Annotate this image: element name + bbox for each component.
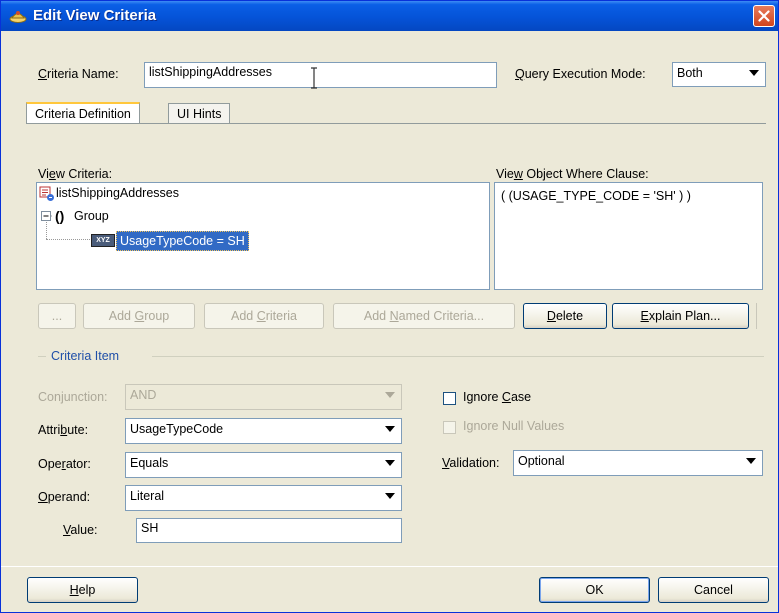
chevron-down-icon — [385, 493, 395, 499]
ignore-null-values-label: Ignore Null Values — [463, 419, 565, 433]
chevron-down-icon — [385, 392, 395, 398]
ok-button[interactable]: OK — [539, 577, 650, 603]
conjunction-value: AND — [130, 388, 157, 402]
criteria-name-input[interactable]: listShippingAddresses — [144, 62, 497, 88]
ok-button-label: OK — [585, 583, 604, 597]
value-input[interactable]: SH — [136, 518, 402, 543]
cancel-button[interactable]: Cancel — [658, 577, 769, 603]
ellipsis-button-label: ... — [51, 309, 63, 323]
chevron-down-icon — [385, 426, 395, 432]
group-symbol: () — [55, 208, 65, 224]
ellipsis-button[interactable]: ... — [38, 303, 76, 329]
validation-select[interactable]: Optional — [513, 450, 763, 476]
view-criteria-tree[interactable]: listShippingAddresses () Group XYZ Usage… — [36, 182, 490, 290]
title-bar[interactable]: Edit View Criteria — [1, 1, 778, 31]
value-input-value: SH — [141, 521, 159, 535]
window-title: Edit View Criteria — [33, 7, 157, 24]
ignore-case-checkbox[interactable] — [443, 392, 456, 405]
explain-plan-button[interactable]: Explain Plan... — [612, 303, 749, 329]
text-cursor-icon — [311, 67, 317, 89]
tree-group-label: Group — [74, 209, 109, 223]
criteria-name-value: listShippingAddresses — [149, 65, 272, 79]
where-clause-panel[interactable]: ( (USAGE_TYPE_CODE = 'SH' ) ) — [494, 182, 763, 290]
view-criteria-icon — [39, 186, 54, 201]
close-icon — [758, 10, 770, 22]
chevron-down-icon — [385, 460, 395, 466]
chevron-down-icon — [746, 458, 756, 464]
tab-ui-hints-label: UI Hints — [177, 107, 222, 121]
conjunction-label: Conjunction: — [38, 390, 108, 404]
validation-label: Validation: — [442, 456, 500, 470]
criteria-name-label-text: riteria Name: — [47, 67, 119, 81]
operand-value: Literal — [130, 489, 165, 503]
criteria-item-section-title: Criteria Item — [51, 349, 120, 363]
tree-connector-horizontal — [46, 239, 90, 241]
section-separator-right — [152, 356, 764, 357]
value-label: Value: — [63, 523, 98, 537]
where-clause-label: View Object Where Clause: — [496, 167, 649, 181]
add-named-criteria-button[interactable]: Add Named Criteria... — [333, 303, 515, 329]
where-clause-text: ( (USAGE_TYPE_CODE = 'SH' ) ) — [501, 189, 691, 203]
operator-value: Equals — [130, 456, 169, 470]
close-button[interactable] — [753, 5, 775, 27]
attribute-label: Attribute: — [38, 423, 89, 437]
conjunction-select[interactable]: AND — [125, 384, 402, 410]
operand-label: Operand: — [38, 490, 91, 504]
tree-root-label: listShippingAddresses — [56, 186, 179, 200]
operand-select[interactable]: Literal — [125, 485, 402, 511]
app-icon — [9, 11, 27, 23]
toolbar-overflow — [756, 303, 765, 329]
tab-criteria-definition[interactable]: Criteria Definition — [26, 102, 140, 124]
query-execution-mode-select[interactable]: Both — [672, 62, 766, 87]
help-button[interactable]: Help — [27, 577, 138, 603]
tab-ui-hints[interactable]: UI Hints — [168, 103, 231, 123]
criteria-name-label: Criteria Name: — [38, 67, 119, 81]
query-execution-mode-label: Query Execution Mode: — [515, 67, 646, 81]
tab-criteria-definition-label: Criteria Definition — [35, 107, 131, 121]
ignore-null-values-checkbox[interactable] — [443, 421, 456, 434]
attribute-select[interactable]: UsageTypeCode — [125, 418, 402, 444]
chevron-down-icon — [749, 70, 759, 76]
delete-button[interactable]: Delete — [523, 303, 607, 329]
ignore-case-label: Ignore Case — [463, 390, 532, 404]
footer-separator — [1, 566, 778, 567]
tree-item-label: UsageTypeCode = SH — [116, 231, 249, 251]
cancel-button-label: Cancel — [694, 583, 733, 597]
attribute-badge-icon: XYZ — [91, 234, 115, 247]
operator-label: Operator: — [38, 457, 91, 471]
attribute-value: UsageTypeCode — [130, 422, 224, 436]
add-criteria-button[interactable]: Add Criteria — [204, 303, 324, 329]
view-criteria-label: View Criteria: — [38, 167, 113, 181]
query-execution-mode-value: Both — [677, 66, 703, 80]
tree-connector-vertical — [46, 222, 48, 239]
add-group-button[interactable]: Add Group — [83, 303, 195, 329]
validation-value: Optional — [518, 454, 565, 468]
edit-view-criteria-dialog: Edit View Criteria Criteria Name: listSh… — [0, 0, 779, 613]
operator-select[interactable]: Equals — [125, 452, 402, 478]
section-separator-left — [38, 356, 46, 357]
